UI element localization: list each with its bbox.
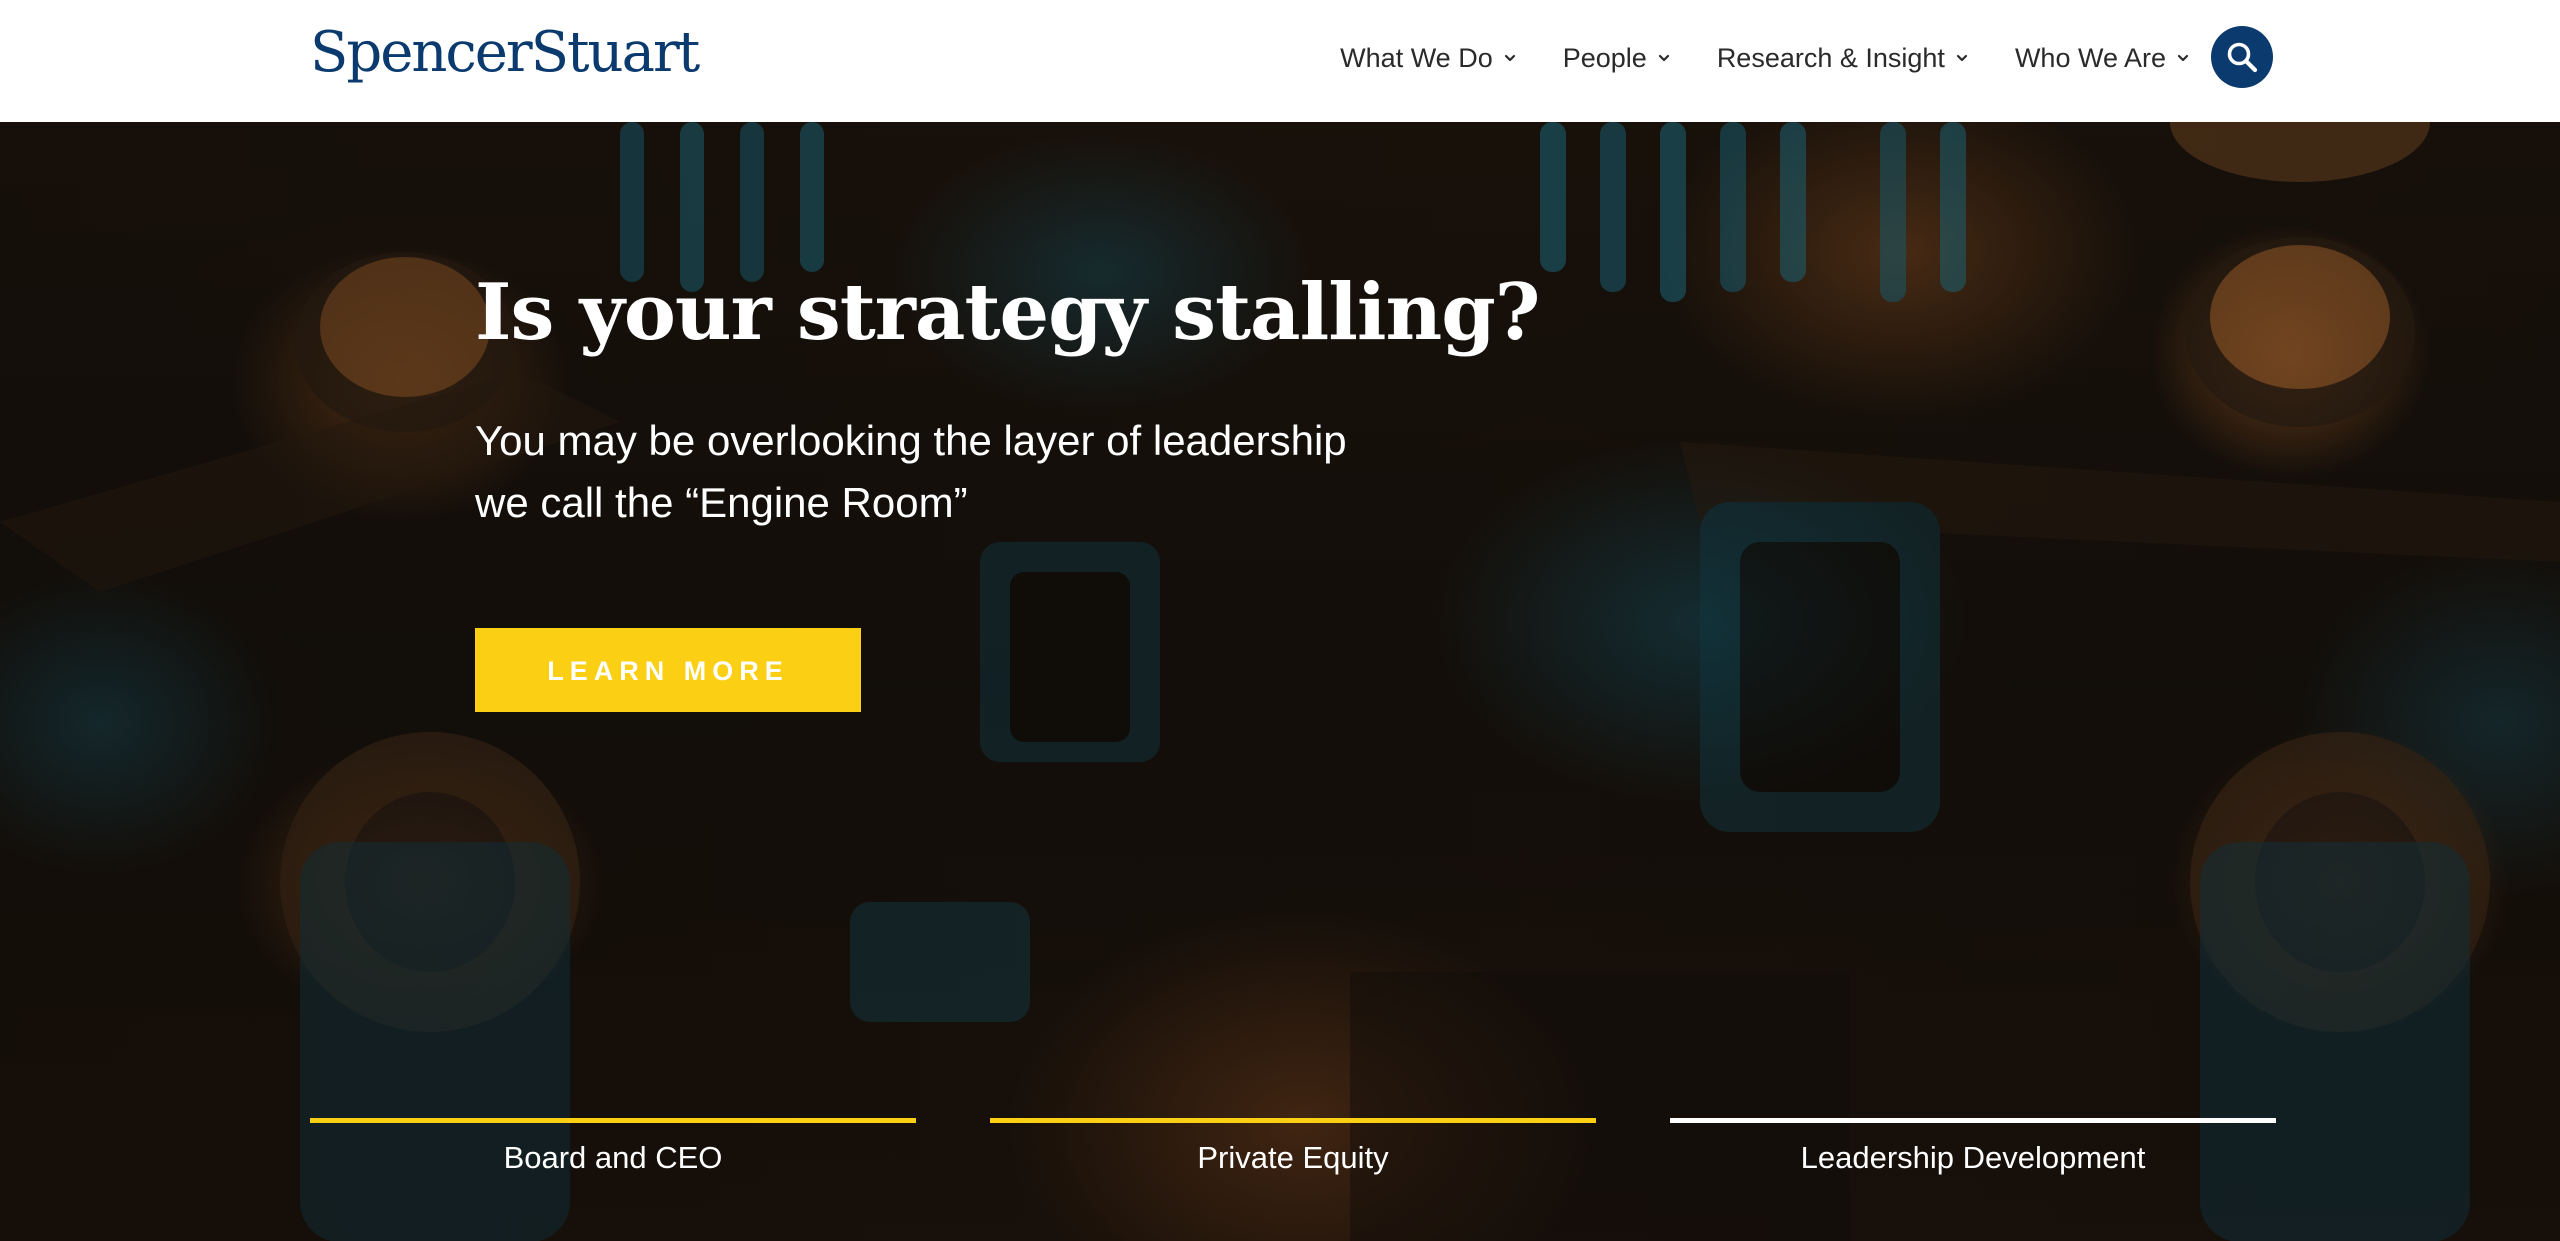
- tab-indicator-bar: [990, 1118, 1596, 1123]
- chevron-down-icon: [2177, 54, 2189, 62]
- tab-board-and-ceo[interactable]: Board and CEO: [310, 1118, 916, 1188]
- chevron-down-icon: [1504, 54, 1515, 62]
- nav-item-who-we-are[interactable]: Who We Are: [2015, 43, 2190, 74]
- nav-item-people[interactable]: People: [1563, 43, 1671, 74]
- hero-banner: Is your strategy stalling? You may be ov…: [0, 122, 2560, 1241]
- learn-more-button[interactable]: LEARN MORE: [475, 628, 861, 712]
- nav-item-what-we-do[interactable]: What We Do: [1340, 43, 1517, 74]
- chevron-down-icon: [1658, 54, 1669, 62]
- spencerstuart-logo[interactable]: SpencerStuart: [310, 18, 700, 88]
- tab-label: Private Equity: [1197, 1140, 1389, 1175]
- tab-private-equity[interactable]: Private Equity: [990, 1118, 1596, 1188]
- nav-item-label: People: [1562, 42, 1647, 73]
- search-button[interactable]: [2211, 26, 2273, 88]
- site-header: SpencerStuart What We Do People Research…: [0, 0, 2560, 122]
- chevron-down-icon: [1956, 54, 1968, 62]
- hero-subhead-line: we call the “Engine Room”: [475, 479, 968, 526]
- main-nav: What We Do People Research & Insight Who…: [1340, 30, 2190, 86]
- tab-label: Board and CEO: [503, 1140, 723, 1175]
- search-icon: [2227, 42, 2258, 73]
- tab-indicator-bar: [310, 1118, 916, 1123]
- tab-label: Leadership Development: [1800, 1140, 2146, 1175]
- nav-item-label: Who We Are: [2014, 42, 2166, 73]
- nav-item-research-insight[interactable]: Research & Insight: [1717, 43, 1969, 74]
- practice-tabs: Board and CEO Private Equity Leadership …: [310, 1118, 2276, 1188]
- nav-item-label: Research & Insight: [1716, 42, 1945, 73]
- tab-leadership-development[interactable]: Leadership Development: [1670, 1118, 2276, 1188]
- tab-indicator-bar: [1670, 1118, 2276, 1123]
- hero-headline: Is your strategy stalling?: [475, 267, 1540, 358]
- hero-subhead-line: You may be overlooking the layer of lead…: [475, 417, 1347, 464]
- nav-item-label: What We Do: [1340, 42, 1493, 73]
- hero-subhead: You may be overlooking the layer of lead…: [475, 410, 1475, 534]
